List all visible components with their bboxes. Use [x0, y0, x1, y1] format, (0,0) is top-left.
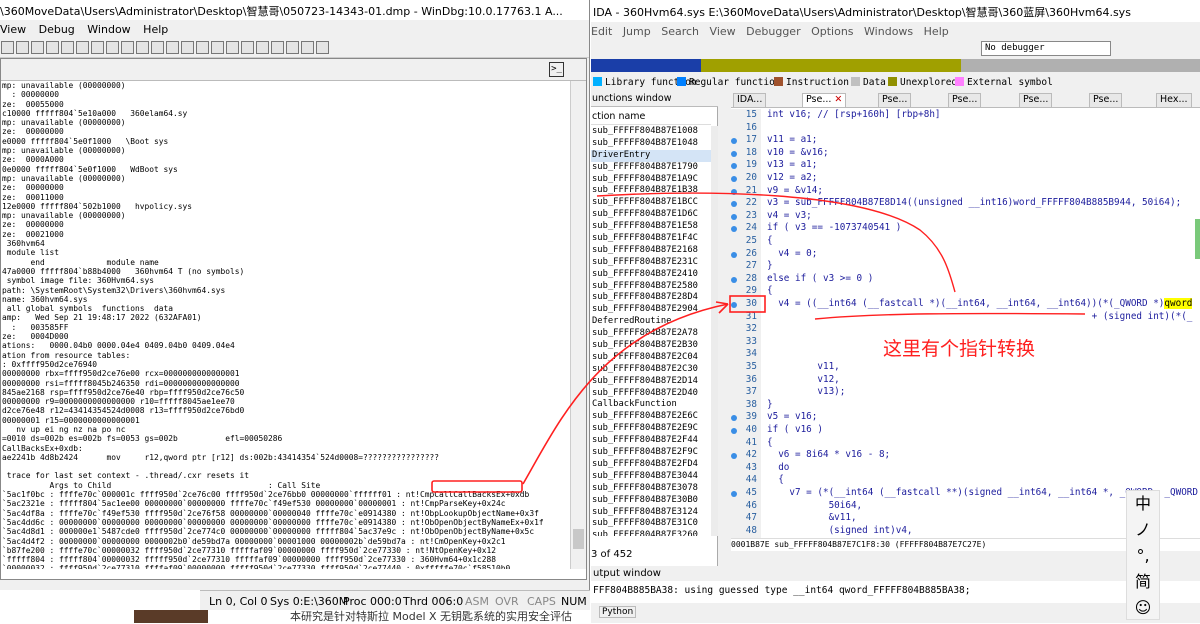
ime-toolbar[interactable]: 中 ノ °, 简 ☺	[1126, 490, 1160, 620]
annotation-underline	[814, 312, 1086, 320]
ime-chinese-mode[interactable]: 中	[1127, 491, 1159, 517]
highlight-box-call-site	[431, 480, 523, 493]
ime-halfwidth[interactable]: ノ	[1127, 517, 1159, 543]
ime-emoji-icon[interactable]: ☺	[1127, 595, 1159, 621]
annotation-overlay	[431, 192, 1086, 493]
highlight-box-line-30	[729, 295, 766, 313]
annotation-arrowhead	[715, 301, 729, 314]
annotation-curve-top	[596, 192, 956, 293]
ime-simplified[interactable]: 简	[1127, 569, 1159, 595]
annotation-text: 这里有个指针转换	[883, 338, 1036, 360]
annotation-arrow	[522, 303, 729, 485]
ime-punctuation[interactable]: °,	[1127, 543, 1159, 569]
